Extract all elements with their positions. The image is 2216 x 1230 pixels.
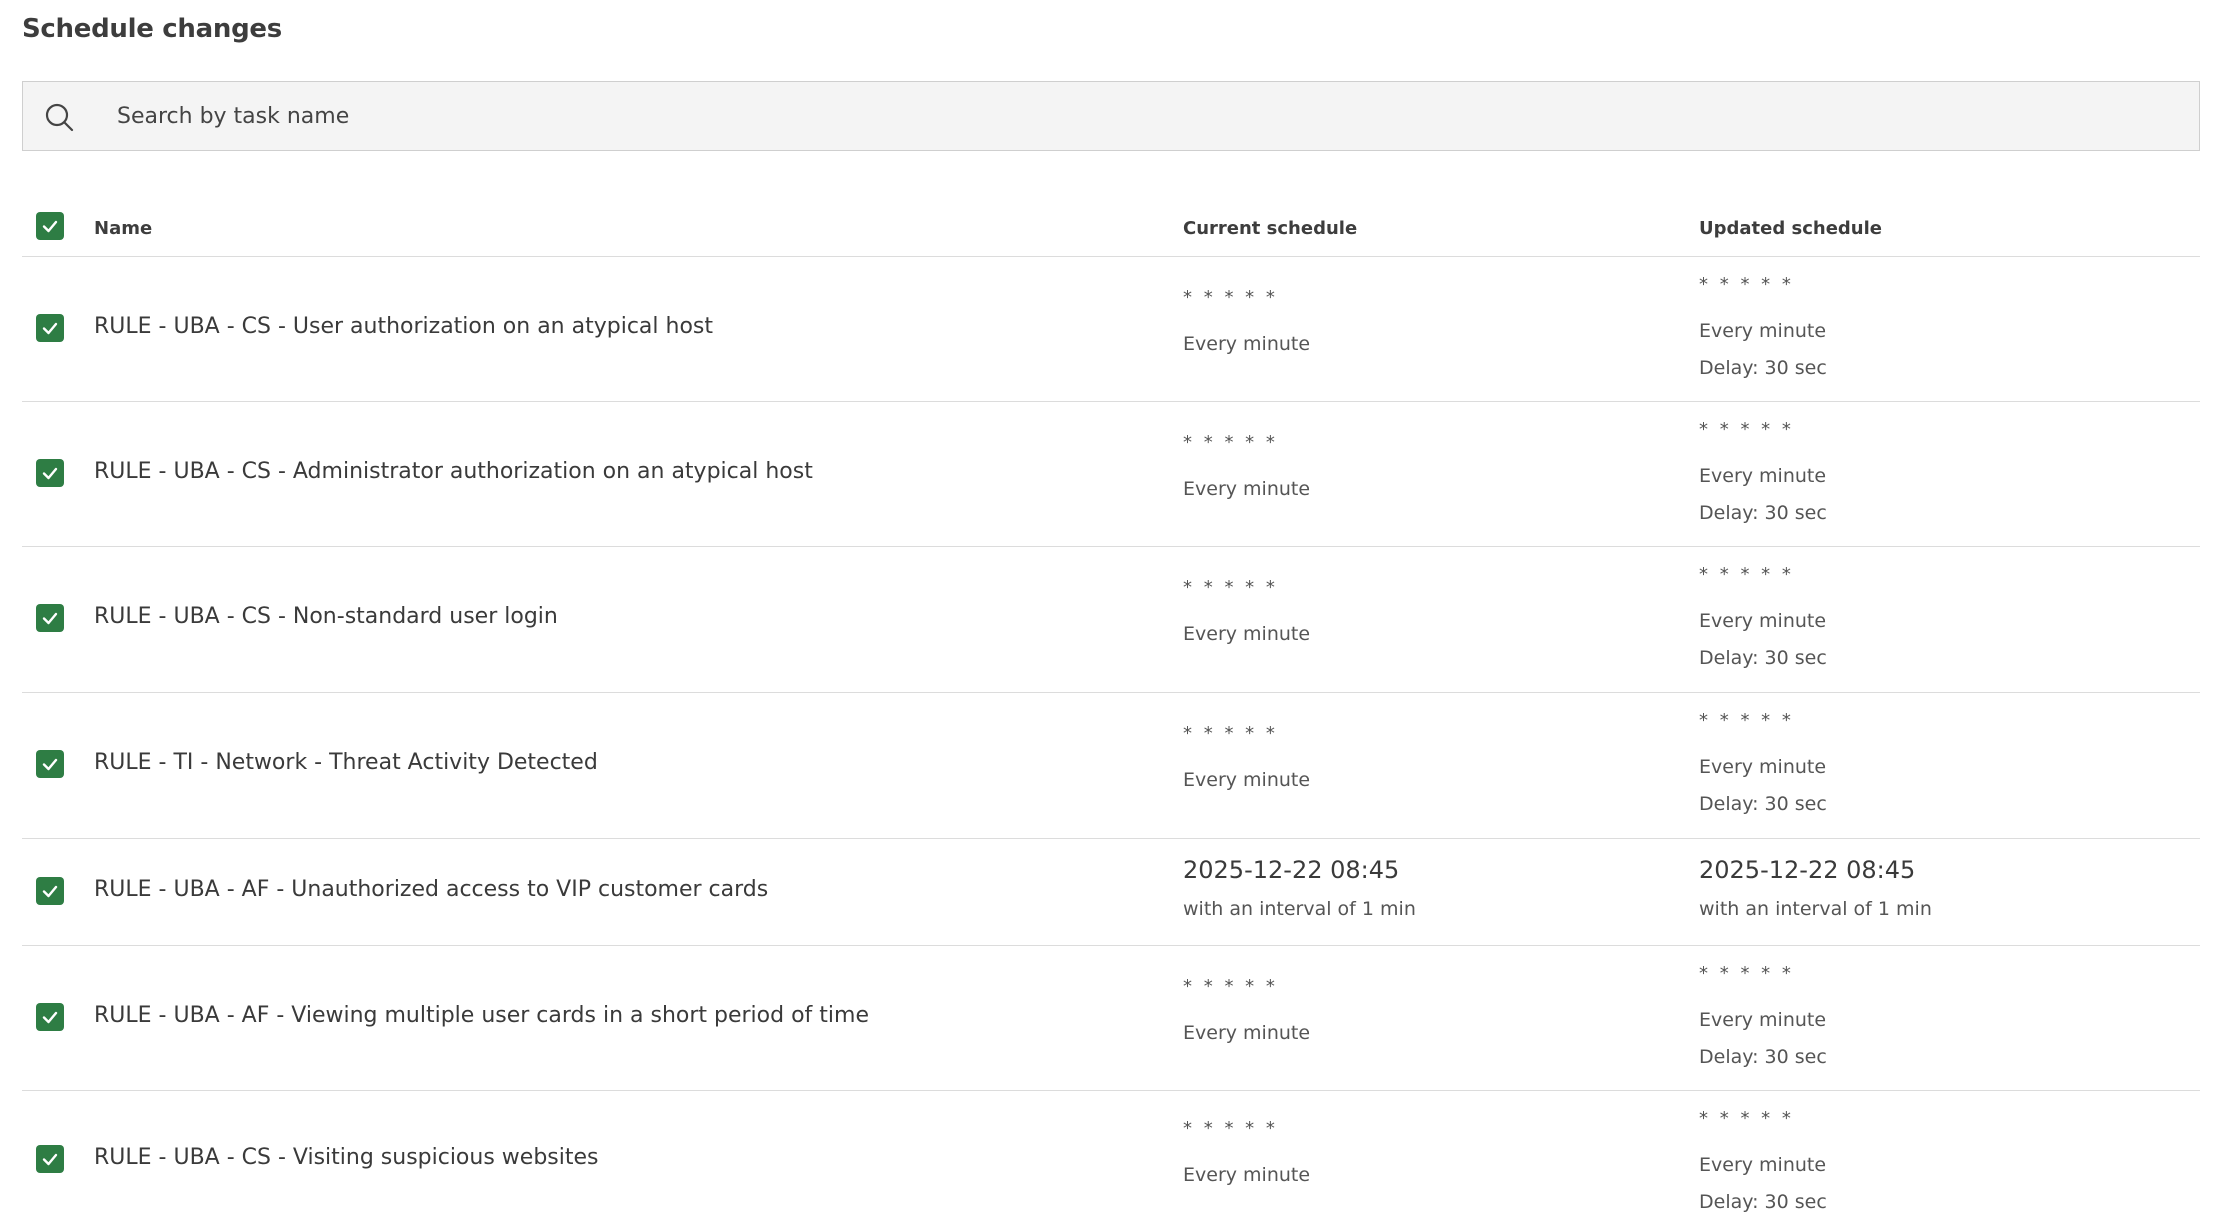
row-checkbox[interactable] bbox=[36, 459, 64, 487]
table-row[interactable]: RULE - UBA - AF - Viewing multiple user … bbox=[22, 945, 2200, 1091]
updated-schedule-frequency: Every minute bbox=[1699, 465, 1827, 487]
current-cron-expression: * * * * * bbox=[1183, 432, 1278, 453]
updated-schedule-frequency: Every minute bbox=[1699, 1009, 1827, 1031]
checkmark-icon bbox=[42, 322, 58, 335]
checkmark-icon bbox=[42, 1153, 58, 1166]
current-schedule-frequency: Every minute bbox=[1183, 478, 1311, 500]
checkmark-icon bbox=[42, 758, 58, 771]
task-name: RULE - UBA - CS - User authorization on … bbox=[94, 314, 713, 339]
current-cron-expression: * * * * * bbox=[1183, 723, 1278, 744]
updated-schedule-frequency: with an interval of 1 min bbox=[1699, 898, 1932, 920]
checkmark-icon bbox=[42, 220, 58, 233]
search-icon bbox=[45, 103, 74, 132]
column-header-updated-schedule[interactable]: Updated schedule bbox=[1699, 218, 1882, 239]
current-schedule-frequency: Every minute bbox=[1183, 1164, 1311, 1186]
column-header-current-schedule[interactable]: Current schedule bbox=[1183, 218, 1357, 239]
updated-schedule-datetime: 2025-12-22 08:45 bbox=[1699, 856, 1916, 884]
checkmark-icon bbox=[42, 885, 58, 898]
updated-schedule-delay: Delay: 30 sec bbox=[1699, 502, 1827, 524]
current-schedule-frequency: Every minute bbox=[1183, 623, 1311, 645]
search-input[interactable] bbox=[93, 82, 2197, 150]
updated-schedule-delay: Delay: 30 sec bbox=[1699, 1191, 1827, 1213]
row-checkbox[interactable] bbox=[36, 1003, 64, 1031]
checkmark-icon bbox=[42, 1011, 58, 1024]
updated-cron-expression: * * * * * bbox=[1699, 1108, 1794, 1129]
task-name: RULE - TI - Network - Threat Activity De… bbox=[94, 750, 598, 775]
current-schedule-frequency: Every minute bbox=[1183, 1022, 1311, 1044]
row-checkbox[interactable] bbox=[36, 604, 64, 632]
column-header-name[interactable]: Name bbox=[94, 218, 152, 239]
updated-schedule-frequency: Every minute bbox=[1699, 610, 1827, 632]
current-cron-expression: * * * * * bbox=[1183, 1118, 1278, 1139]
table-row[interactable]: RULE - UBA - CS - Visiting suspicious we… bbox=[22, 1090, 2200, 1230]
updated-schedule-delay: Delay: 30 sec bbox=[1699, 793, 1827, 815]
schedule-changes-page: Schedule changes Name Current schedule U… bbox=[0, 0, 2216, 1230]
current-schedule-frequency: Every minute bbox=[1183, 769, 1311, 791]
page-title: Schedule changes bbox=[22, 14, 282, 44]
current-cron-expression: * * * * * bbox=[1183, 577, 1278, 598]
current-cron-expression: * * * * * bbox=[1183, 976, 1278, 997]
updated-schedule-delay: Delay: 30 sec bbox=[1699, 1046, 1827, 1068]
updated-cron-expression: * * * * * bbox=[1699, 710, 1794, 731]
task-name: RULE - UBA - CS - Visiting suspicious we… bbox=[94, 1145, 599, 1170]
table-row[interactable]: RULE - UBA - CS - Non-standard user logi… bbox=[22, 546, 2200, 693]
updated-schedule-frequency: Every minute bbox=[1699, 320, 1827, 342]
current-schedule-frequency: with an interval of 1 min bbox=[1183, 898, 1416, 920]
task-name: RULE - UBA - AF - Viewing multiple user … bbox=[94, 1003, 869, 1028]
updated-schedule-delay: Delay: 30 sec bbox=[1699, 357, 1827, 379]
row-checkbox[interactable] bbox=[36, 750, 64, 778]
updated-cron-expression: * * * * * bbox=[1699, 564, 1794, 585]
table-row[interactable]: RULE - UBA - AF - Unauthorized access to… bbox=[22, 838, 2200, 946]
task-name: RULE - UBA - AF - Unauthorized access to… bbox=[94, 877, 769, 902]
table-row[interactable]: RULE - TI - Network - Threat Activity De… bbox=[22, 692, 2200, 839]
updated-schedule-frequency: Every minute bbox=[1699, 1154, 1827, 1176]
row-checkbox[interactable] bbox=[36, 1145, 64, 1173]
current-cron-expression: * * * * * bbox=[1183, 287, 1278, 308]
updated-schedule-frequency: Every minute bbox=[1699, 756, 1827, 778]
table-header: Name Current schedule Updated schedule bbox=[22, 200, 2200, 257]
updated-cron-expression: * * * * * bbox=[1699, 963, 1794, 984]
row-checkbox[interactable] bbox=[36, 314, 64, 342]
current-schedule-frequency: Every minute bbox=[1183, 333, 1311, 355]
task-name: RULE - UBA - CS - Non-standard user logi… bbox=[94, 604, 558, 629]
row-checkbox[interactable] bbox=[36, 877, 64, 905]
updated-cron-expression: * * * * * bbox=[1699, 274, 1794, 295]
current-schedule-datetime: 2025-12-22 08:45 bbox=[1183, 856, 1400, 884]
updated-cron-expression: * * * * * bbox=[1699, 419, 1794, 440]
checkmark-icon bbox=[42, 467, 58, 480]
table-row[interactable]: RULE - UBA - CS - User authorization on … bbox=[22, 256, 2200, 402]
updated-schedule-delay: Delay: 30 sec bbox=[1699, 647, 1827, 669]
checkmark-icon bbox=[42, 612, 58, 625]
select-all-checkbox[interactable] bbox=[36, 212, 64, 240]
search-box[interactable] bbox=[22, 81, 2200, 151]
table-row[interactable]: RULE - UBA - CS - Administrator authoriz… bbox=[22, 401, 2200, 547]
task-name: RULE - UBA - CS - Administrator authoriz… bbox=[94, 459, 813, 484]
